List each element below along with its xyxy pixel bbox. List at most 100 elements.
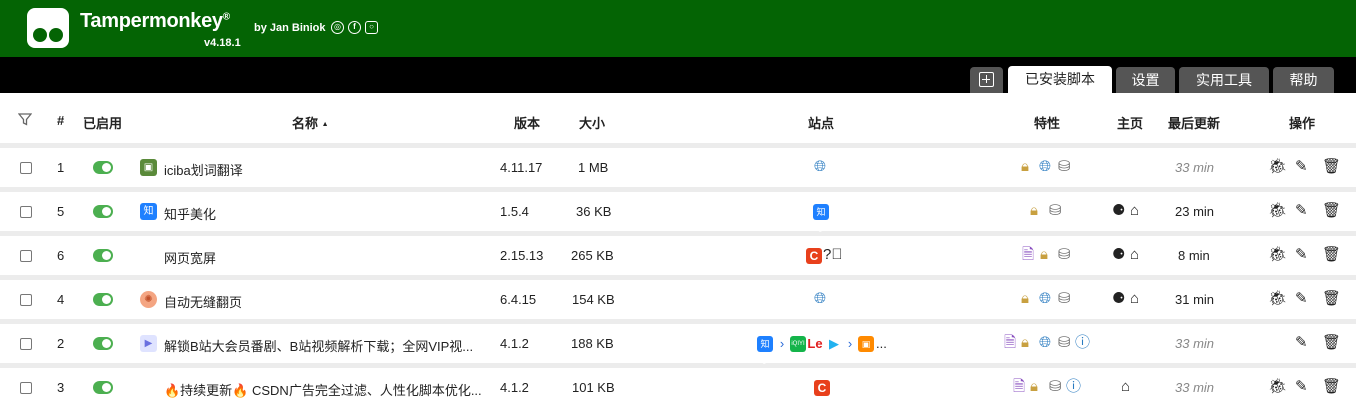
sites-more[interactable]: ... xyxy=(876,336,887,351)
wrench-icon[interactable]: ⚈ xyxy=(1112,201,1125,221)
database-icon: ⛁ xyxy=(1049,202,1062,219)
enable-toggle[interactable] xyxy=(93,381,113,394)
home-icon[interactable]: ⌂ xyxy=(1121,377,1130,397)
trash-icon[interactable]: 🗑︎ xyxy=(1322,377,1341,395)
trash-icon[interactable]: 🗑︎ xyxy=(1322,245,1341,263)
info-icon[interactable]: ⓘ xyxy=(1075,333,1090,353)
script-version: 6.4.15 xyxy=(500,292,537,307)
edit-icon[interactable]: ✎ xyxy=(1295,157,1308,175)
script-number: 1 xyxy=(57,160,65,175)
lock-icon: 🔒︎ xyxy=(1040,246,1048,263)
lock-icon: 🔒︎ xyxy=(1030,378,1038,395)
row-checkbox[interactable] xyxy=(20,206,32,218)
tencent-video-icon[interactable]: ▶ xyxy=(826,336,842,352)
zhihu-icon[interactable]: 知乎 xyxy=(757,336,773,365)
last-updated[interactable]: 23 min xyxy=(1175,204,1214,219)
wrench-icon[interactable]: ⚈ xyxy=(1112,289,1125,309)
col-enabled[interactable]: 已启用 xyxy=(83,113,122,132)
col-actions[interactable]: 操作 xyxy=(1289,113,1315,132)
letv-icon[interactable]: Le xyxy=(807,336,823,352)
row-checkbox[interactable] xyxy=(20,338,32,350)
last-updated[interactable]: 31 min xyxy=(1175,292,1214,307)
zhihu-icon[interactable]: 知乎 xyxy=(813,204,829,233)
edit-icon[interactable]: ✎ xyxy=(1295,201,1308,219)
database-icon: ⛁ xyxy=(1058,334,1071,351)
script-size: 154 KB xyxy=(572,292,615,307)
script-name-link[interactable]: iciba划词翻译 xyxy=(164,160,243,179)
row-checkbox[interactable] xyxy=(20,294,32,306)
last-updated[interactable]: 33 min xyxy=(1175,336,1214,351)
script-name-link[interactable]: 知乎美化 xyxy=(164,204,216,223)
youku-icon[interactable]: › xyxy=(774,336,790,352)
edit-icon[interactable]: ✎ xyxy=(1295,289,1308,307)
database-icon: ⛁ xyxy=(1058,246,1071,263)
trash-icon[interactable]: 🗑︎ xyxy=(1322,333,1341,351)
enable-toggle[interactable] xyxy=(93,249,113,262)
wrench-icon[interactable]: ⚈ xyxy=(1112,245,1125,265)
script-name-link[interactable]: 自动无缝翻页 xyxy=(164,292,242,311)
enable-toggle[interactable] xyxy=(93,161,113,174)
mgtv-icon[interactable]: ▣ xyxy=(858,336,874,352)
csdn-icon[interactable]: C xyxy=(806,248,822,264)
col-features[interactable]: 特性 xyxy=(1034,113,1060,132)
home-icon[interactable]: ⌂ xyxy=(1130,201,1139,221)
row-checkbox[interactable] xyxy=(20,382,32,394)
col-sites[interactable]: 站点 xyxy=(808,113,834,132)
col-updated[interactable]: 最后更新 xyxy=(1168,113,1220,132)
bug-icon[interactable]: 🐞︎ xyxy=(1268,377,1287,395)
home-icon[interactable]: ⌂ xyxy=(1130,245,1139,265)
enable-toggle[interactable] xyxy=(93,205,113,218)
enable-toggle[interactable] xyxy=(93,293,113,306)
last-updated[interactable]: 33 min xyxy=(1175,380,1214,395)
last-updated[interactable]: 8 min xyxy=(1178,248,1210,263)
enable-toggle[interactable] xyxy=(93,337,113,350)
trash-icon[interactable]: 🗑︎ xyxy=(1322,157,1341,175)
col-homepage[interactable]: 主页 xyxy=(1117,113,1143,132)
col-size[interactable]: 大小 xyxy=(579,113,605,132)
github-icon[interactable]: ◎ xyxy=(331,21,344,34)
last-updated[interactable]: 33 min xyxy=(1175,160,1214,175)
info-icon[interactable]: ⓘ xyxy=(1066,377,1081,397)
youku-icon[interactable]: › xyxy=(842,336,858,352)
row-checkbox[interactable] xyxy=(20,250,32,262)
script-name-link[interactable]: 网页宽屏 xyxy=(164,248,216,267)
sort-asc-icon: ▲ xyxy=(321,121,329,128)
script-name-link[interactable]: 🔥持续更新🔥 CSDN广告完全过滤、人性化脚本优化... xyxy=(164,380,482,399)
database-icon: ⛁ xyxy=(1058,290,1071,307)
facebook-icon[interactable]: f xyxy=(348,21,361,34)
zhihu-icon: 知 xyxy=(140,203,157,220)
row-checkbox[interactable] xyxy=(20,162,32,174)
col-version[interactable]: 版本 xyxy=(514,113,540,132)
bug-icon[interactable]: 🐞︎ xyxy=(1268,201,1287,219)
filter-icon[interactable] xyxy=(17,112,33,129)
edit-icon[interactable]: ✎ xyxy=(1295,377,1308,395)
instagram-icon[interactable]: ○ xyxy=(365,21,378,34)
page-icon: 🗎︎ xyxy=(1022,246,1035,263)
script-version: 4.11.17 xyxy=(500,160,543,175)
tab-settings[interactable]: 设置 xyxy=(1116,67,1175,93)
trash-icon[interactable]: 🗑︎ xyxy=(1322,289,1341,307)
iqiyi-icon[interactable]: iQIYI xyxy=(790,336,806,352)
script-size: 188 KB xyxy=(571,336,614,351)
tab-installed-scripts[interactable]: 已安装脚本 xyxy=(1008,66,1112,93)
question-icon[interactable]: ?⃝ xyxy=(823,245,843,265)
globe-icon[interactable]: 🌐︎ xyxy=(814,157,826,177)
col-num[interactable]: # xyxy=(57,113,64,128)
tab-help[interactable]: 帮助 xyxy=(1273,67,1334,93)
csdn-icon[interactable]: C xyxy=(814,380,830,396)
script-size: 101 KB xyxy=(572,380,615,395)
globe-icon[interactable]: 🌐︎ xyxy=(814,289,826,309)
bug-icon[interactable]: 🐞︎ xyxy=(1268,289,1287,307)
tab-utilities[interactable]: 实用工具 xyxy=(1179,67,1269,93)
table-row: 6 网页宽屏 2.15.13 265 KB C ?⃝ 🗎︎ 🔒︎ ⛁ ⚈ ⌂ 8… xyxy=(0,236,1356,275)
edit-icon[interactable]: ✎ xyxy=(1295,245,1308,263)
trash-icon[interactable]: 🗑︎ xyxy=(1322,201,1341,219)
globe-icon: 🌐︎ xyxy=(1039,158,1052,175)
tab-new-script[interactable] xyxy=(970,67,1003,93)
edit-icon[interactable]: ✎ xyxy=(1295,333,1308,351)
col-name[interactable]: 名称 ▲ xyxy=(292,113,329,132)
script-name-link[interactable]: 解锁B站大会员番剧、B站视频解析下载；全网VIP视... xyxy=(164,336,473,355)
home-icon[interactable]: ⌂ xyxy=(1130,289,1139,309)
bug-icon[interactable]: 🐞︎ xyxy=(1268,245,1287,263)
bug-icon[interactable]: 🐞︎ xyxy=(1268,157,1287,175)
